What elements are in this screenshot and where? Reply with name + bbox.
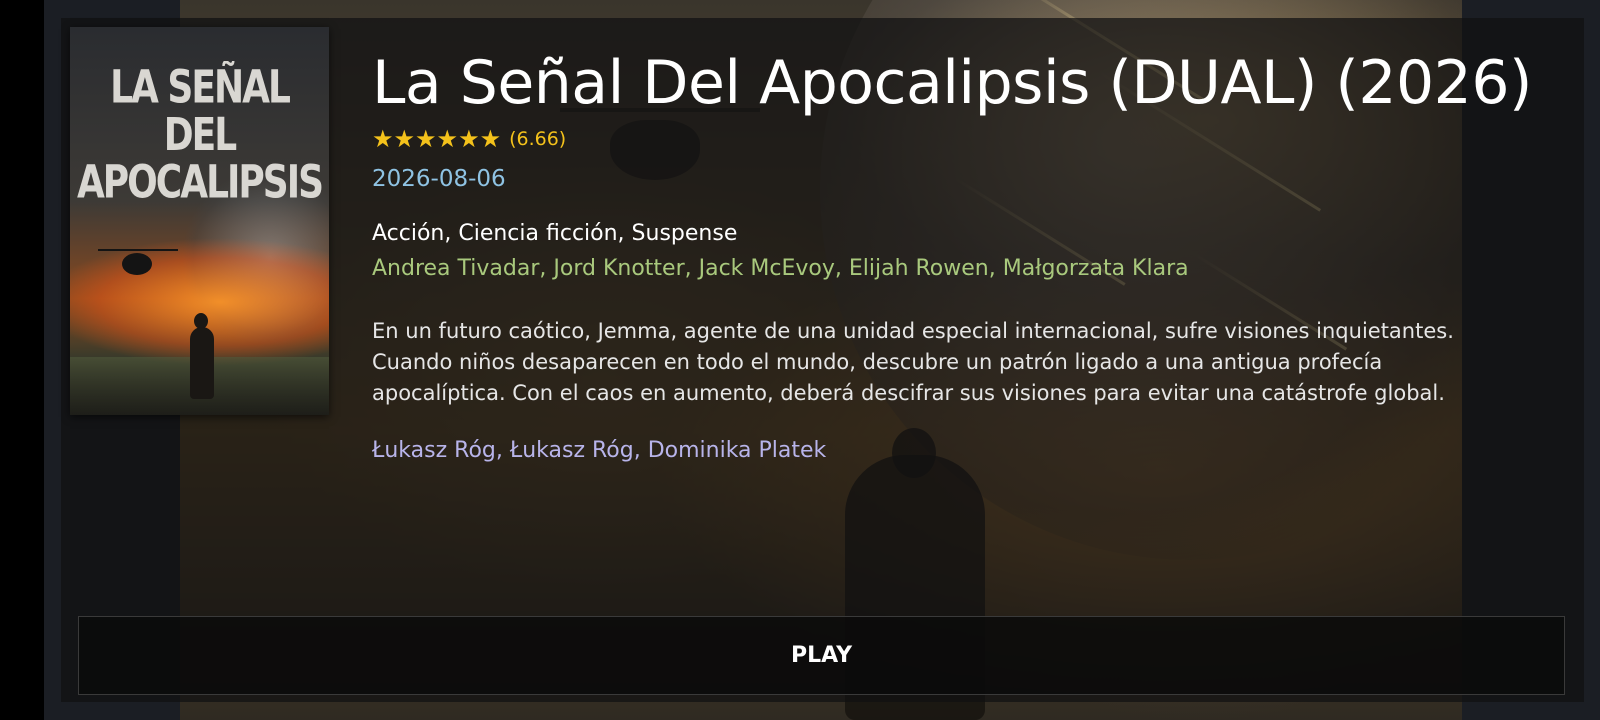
rating-stars-icon: ★★★★★★ (372, 125, 502, 153)
genres: Acción, Ciencia ficción, Suspense (372, 221, 738, 246)
release-date: 2026-08-06 (372, 166, 506, 192)
overview: En un futuro caótico, Jemma, agente de u… (372, 316, 1552, 409)
poster-figure (190, 327, 214, 399)
rating-value: (6.66) (509, 128, 567, 150)
left-edge (0, 0, 44, 720)
play-button[interactable]: PLAY (78, 616, 1565, 695)
overview-line: En un futuro caótico, Jemma, agente de u… (372, 319, 1454, 343)
poster-title: LA SEÑAL DEL APOCALIPSIS (76, 62, 324, 209)
cast-list: Andrea Tivadar, Jord Knotter, Jack McEvo… (372, 256, 1189, 281)
overview-line: Cuando niños desaparecen en todo el mund… (372, 350, 1383, 374)
movie-title: La Señal Del Apocalipsis (DUAL) (2026) (372, 48, 1532, 118)
rating: ★★★★★★ (6.66) (372, 126, 566, 152)
overview-line: apocalíptica. Con el caos en aumento, de… (372, 381, 1445, 405)
poster-helicopter (122, 253, 152, 275)
poster-helicopter-rotor (98, 249, 178, 251)
crew-list: Łukasz Róg, Łukasz Róg, Dominika Platek (372, 438, 827, 463)
movie-poster: LA SEÑAL DEL APOCALIPSIS (70, 27, 329, 415)
